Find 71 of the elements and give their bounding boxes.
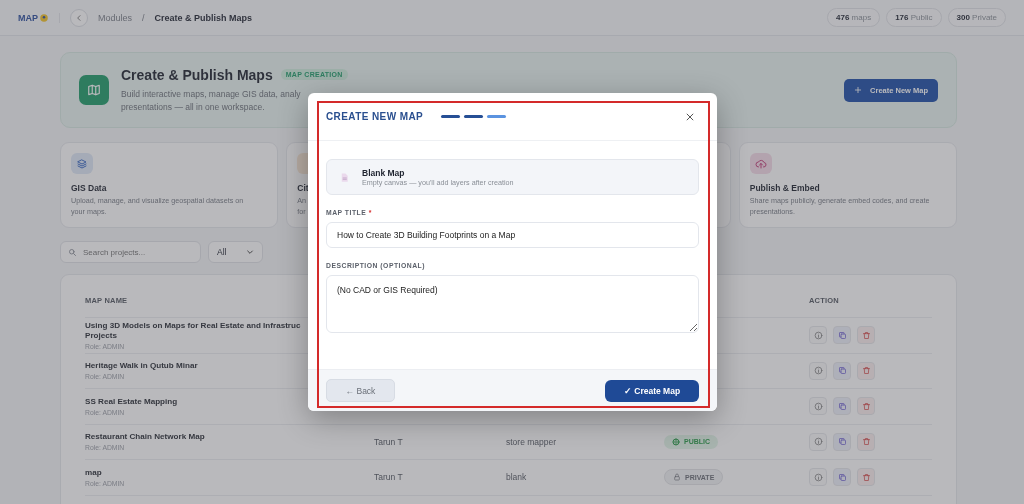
copy-icon bbox=[837, 401, 847, 411]
copy-icon bbox=[837, 472, 847, 482]
card-title: Publish & Embed bbox=[749, 183, 820, 194]
copy-button[interactable] bbox=[833, 397, 851, 416]
delete-button[interactable] bbox=[857, 326, 875, 345]
filter-dropdown[interactable]: All bbox=[208, 241, 263, 263]
layers-icon bbox=[76, 157, 88, 170]
back-button[interactable]: ← Back bbox=[326, 379, 395, 402]
stat-pill: 476 maps bbox=[827, 8, 881, 27]
search-field[interactable]: Search projects... bbox=[60, 241, 201, 263]
info-icon bbox=[813, 401, 823, 411]
map-fold-icon bbox=[87, 83, 101, 97]
copy-icon bbox=[837, 330, 847, 340]
lock-icon bbox=[673, 473, 681, 482]
info-icon bbox=[813, 437, 823, 447]
stat-pill: 300 Private bbox=[947, 8, 1006, 27]
trash-icon bbox=[861, 366, 871, 376]
info-button[interactable] bbox=[809, 326, 827, 345]
trash-icon bbox=[861, 330, 871, 340]
card-title: GIS Data bbox=[71, 183, 107, 194]
trash-icon bbox=[861, 437, 871, 447]
info-button[interactable] bbox=[809, 397, 827, 416]
delete-button[interactable] bbox=[857, 361, 875, 380]
delete-button[interactable] bbox=[857, 468, 875, 487]
option-title: Blank Map bbox=[362, 167, 406, 178]
delete-button[interactable] bbox=[857, 432, 875, 451]
plus-icon bbox=[854, 86, 863, 94]
info-icon bbox=[813, 472, 823, 482]
trash-icon bbox=[861, 472, 871, 482]
map-name: Restaurant Chain Network Map bbox=[85, 432, 206, 443]
trash-icon bbox=[861, 401, 871, 411]
info-button[interactable] bbox=[809, 361, 827, 380]
owner-cell-text: Tarun T bbox=[374, 436, 404, 447]
info-icon bbox=[813, 366, 823, 376]
globe-pin-icon bbox=[39, 12, 49, 23]
copy-button[interactable] bbox=[833, 432, 851, 451]
info-icon bbox=[813, 330, 823, 340]
search-icon bbox=[68, 248, 77, 257]
map-name: SS Real Estate Mapping bbox=[85, 396, 179, 407]
globe-icon bbox=[672, 437, 680, 446]
back-button[interactable] bbox=[70, 8, 88, 27]
breadcrumb-item: Create & Publish Maps bbox=[154, 12, 253, 23]
map-name: Using 3D Models on Maps for Real Estate and Infrastruc Projects bbox=[85, 320, 302, 341]
copy-button[interactable] bbox=[833, 468, 851, 487]
category-cell-text: blank bbox=[506, 472, 528, 483]
close-icon bbox=[685, 111, 695, 122]
description-input[interactable]: (No CAD or GIS Required) bbox=[326, 275, 699, 333]
document-icon bbox=[339, 171, 350, 183]
copy-icon bbox=[837, 437, 847, 447]
info-button[interactable] bbox=[809, 432, 827, 451]
map-name: Heritage Walk in Qutub Minar bbox=[85, 361, 199, 372]
stat-pill: 176 Public bbox=[886, 8, 942, 27]
copy-button[interactable] bbox=[833, 361, 851, 380]
app-logo: MAP bbox=[18, 12, 38, 23]
copy-icon bbox=[837, 366, 847, 376]
chevron-left-icon bbox=[75, 13, 83, 22]
chevron-down-icon bbox=[246, 248, 254, 256]
close-button[interactable] bbox=[685, 111, 695, 122]
cloud-upload-icon bbox=[754, 157, 767, 170]
copy-button[interactable] bbox=[833, 326, 851, 345]
map-name: map bbox=[85, 467, 103, 478]
create-map-button[interactable]: ✓ Create Map bbox=[605, 379, 699, 402]
page-title: Create & Publish Maps bbox=[121, 66, 273, 83]
owner-cell-text: Tarun T bbox=[374, 472, 404, 483]
info-button[interactable] bbox=[809, 468, 827, 487]
breadcrumb-separator: / bbox=[142, 12, 145, 23]
title-input[interactable]: How to Create 3D Building Footprints on a Map bbox=[326, 222, 699, 248]
dialog-title: CREATE NEW MAP bbox=[326, 111, 424, 122]
card-title: Cit bbox=[297, 183, 309, 194]
category-cell-text: store mapper bbox=[506, 436, 558, 447]
delete-button[interactable] bbox=[857, 397, 875, 416]
